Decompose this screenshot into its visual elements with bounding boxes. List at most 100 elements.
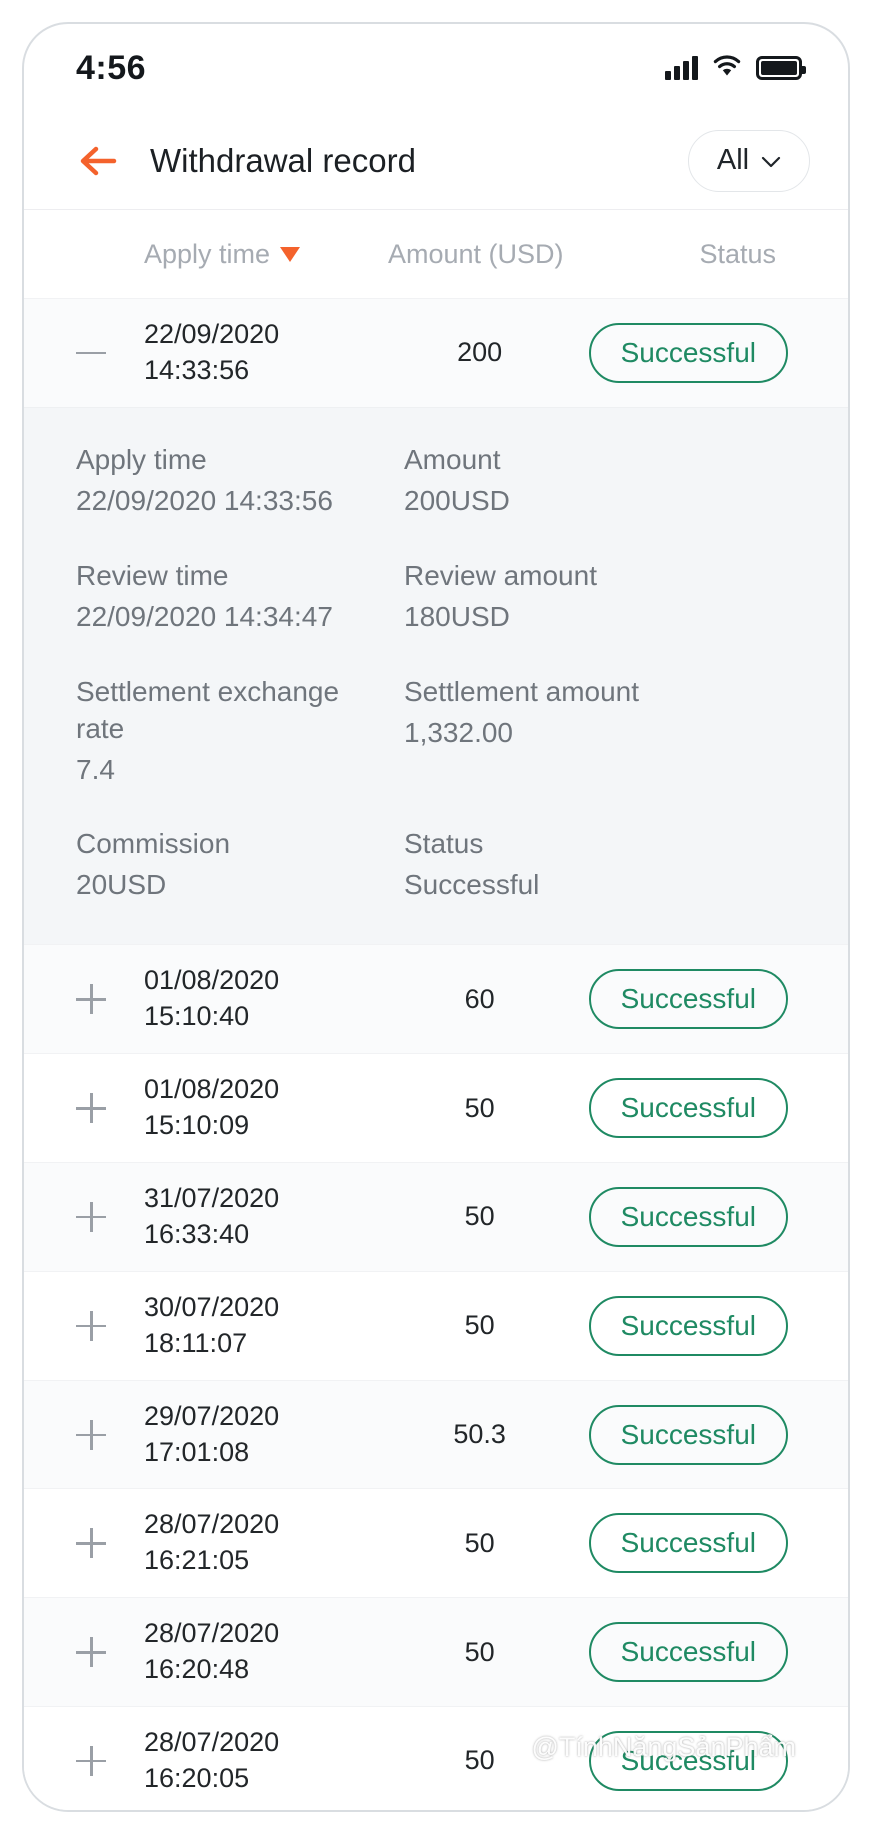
column-header-apply-time[interactable]: Apply time	[76, 239, 388, 270]
wifi-icon	[712, 54, 742, 83]
plus-icon	[76, 1745, 106, 1776]
row-amount: 50	[464, 1636, 495, 1667]
row-apply-time: 29/07/2020 17:01:08	[128, 1399, 371, 1471]
table-row[interactable]: 28/07/2020 16:20:48 50 Successful	[24, 1597, 848, 1707]
detail-status-label: Status	[404, 828, 484, 860]
detail-review-amount-value: 180USD	[404, 600, 510, 632]
filter-dropdown-button[interactable]: All	[688, 129, 810, 192]
row-status: Successful	[588, 322, 810, 383]
row-time: 15:10:09	[144, 1110, 250, 1141]
detail-apply-time-label: Apply time	[76, 443, 207, 475]
row-time: 18:11:07	[144, 1327, 248, 1358]
detail-commission-value: 20USD	[76, 869, 167, 901]
back-arrow-icon[interactable]	[76, 139, 120, 183]
expand-row-button[interactable]	[76, 1528, 128, 1559]
row-date: 31/07/2020	[144, 1183, 280, 1214]
status-clock: 4:56	[76, 48, 147, 87]
row-amount: 60	[464, 983, 495, 1014]
row-date: 30/07/2020	[144, 1291, 280, 1322]
detail-review-amount: Review amount 180USD	[404, 558, 796, 636]
row-time: 16:20:05	[144, 1762, 250, 1793]
row-date: 28/07/2020	[144, 1727, 280, 1758]
expand-row-button[interactable]	[76, 1093, 128, 1124]
detail-status-value: Successful	[404, 869, 540, 901]
expand-row-button[interactable]	[76, 1310, 128, 1341]
detail-exchange-rate: Settlement exchange rate 7.4	[76, 674, 386, 789]
table-row[interactable]: 29/07/2020 17:01:08 50.3 Successful	[24, 1379, 848, 1489]
row-status: Successful	[588, 1186, 810, 1247]
status-badge[interactable]: Successful	[588, 1078, 788, 1139]
plus-icon	[76, 1093, 106, 1124]
row-date: 01/08/2020	[144, 965, 280, 996]
table-row[interactable]: 31/07/2020 16:33:40 50 Successful	[24, 1162, 848, 1271]
row-status: Successful	[588, 969, 810, 1030]
detail-commission: Commission 20USD	[76, 826, 386, 904]
row-apply-time: 01/08/2020 15:10:40	[128, 963, 371, 1035]
row-time: 14:33:56	[144, 354, 250, 385]
row-apply-time: 28/07/2020 16:20:05	[128, 1725, 371, 1797]
detail-status: Status Successful	[404, 826, 796, 904]
status-badge[interactable]: Successful	[588, 322, 788, 383]
row-date: 29/07/2020	[144, 1400, 280, 1431]
detail-amount-label: Amount	[404, 443, 501, 475]
detail-review-time: Review time 22/09/2020 14:34:47	[76, 558, 386, 636]
row-time: 17:01:08	[144, 1436, 250, 1467]
battery-full-icon	[756, 56, 806, 80]
row-date: 22/09/2020	[144, 319, 280, 349]
status-badge[interactable]: Successful	[588, 969, 788, 1030]
table-row[interactable]: 30/07/2020 18:11:07 50 Successful	[24, 1270, 848, 1380]
row-status: Successful	[588, 1295, 810, 1356]
row-detail-panel: Apply time 22/09/2020 14:33:56 Amount 200US…	[24, 406, 848, 945]
minus-icon	[76, 351, 106, 355]
detail-review-time-value: 22/09/2020 14:34:47	[76, 600, 333, 632]
row-time: 16:21:05	[144, 1545, 250, 1576]
expand-row-button[interactable]	[76, 1419, 128, 1450]
row-time: 15:10:40	[144, 1001, 250, 1032]
sort-descending-caret-icon[interactable]	[280, 246, 301, 262]
status-badge[interactable]: Successful	[588, 1730, 788, 1791]
row-amount: 200	[457, 337, 503, 368]
expand-row-button[interactable]	[76, 1745, 128, 1776]
table-row[interactable]: 28/07/2020 16:20:05 50 Successful	[24, 1706, 848, 1810]
row-amount: 50	[464, 1745, 495, 1776]
plus-icon	[76, 984, 106, 1015]
phone-frame: 4:56 Withdrawal record All Apply time Am…	[22, 22, 850, 1812]
plus-icon	[76, 1201, 106, 1232]
column-header-status: Status	[638, 239, 810, 270]
detail-amount: Amount 200USD	[404, 442, 796, 520]
table-column-header: Apply time Amount (USD) Status	[24, 210, 848, 298]
row-status: Successful	[588, 1513, 810, 1574]
row-status: Successful	[588, 1622, 810, 1683]
row-date: 28/07/2020	[144, 1509, 280, 1540]
detail-amount-value: 200USD	[404, 484, 510, 516]
status-badge[interactable]: Successful	[588, 1404, 788, 1465]
status-badge[interactable]: Successful	[588, 1622, 788, 1683]
row-time: 16:33:40	[144, 1218, 250, 1249]
table-row[interactable]: 22/09/2020 14:33:56 200 Successful	[24, 298, 848, 407]
table-row[interactable]: 01/08/2020 15:10:40 60 Successful	[24, 944, 848, 1054]
row-amount: 50	[464, 1092, 495, 1123]
table-row[interactable]: 01/08/2020 15:10:09 50 Successful	[24, 1053, 848, 1163]
expand-row-button[interactable]	[76, 984, 128, 1015]
detail-apply-time: Apply time 22/09/2020 14:33:56	[76, 442, 386, 520]
row-time: 16:20:48	[144, 1654, 250, 1685]
status-badge[interactable]: Successful	[588, 1186, 788, 1247]
detail-commission-label: Commission	[76, 828, 231, 860]
status-badge[interactable]: Successful	[588, 1513, 788, 1574]
row-amount: 50	[464, 1527, 495, 1558]
status-badge[interactable]: Successful	[588, 1295, 788, 1356]
row-amount: 50	[464, 1310, 495, 1341]
status-bar: 4:56	[24, 24, 848, 112]
expand-row-button[interactable]	[76, 1637, 128, 1668]
expand-row-button[interactable]	[76, 1201, 128, 1232]
cellular-signal-icon	[665, 56, 698, 80]
column-header-amount: Amount (USD)	[388, 239, 638, 270]
row-apply-time: 01/08/2020 15:10:09	[128, 1072, 371, 1144]
detail-settlement-amount-value: 1,332.00	[404, 716, 513, 748]
table-row[interactable]: 28/07/2020 16:21:05 50 Successful	[24, 1488, 848, 1598]
filter-dropdown-label: All	[716, 144, 750, 176]
row-apply-time: 30/07/2020 18:11:07	[128, 1290, 371, 1362]
collapse-row-button[interactable]	[76, 351, 128, 355]
row-amount: 50	[464, 1201, 495, 1232]
row-apply-time: 28/07/2020 16:21:05	[128, 1507, 371, 1579]
